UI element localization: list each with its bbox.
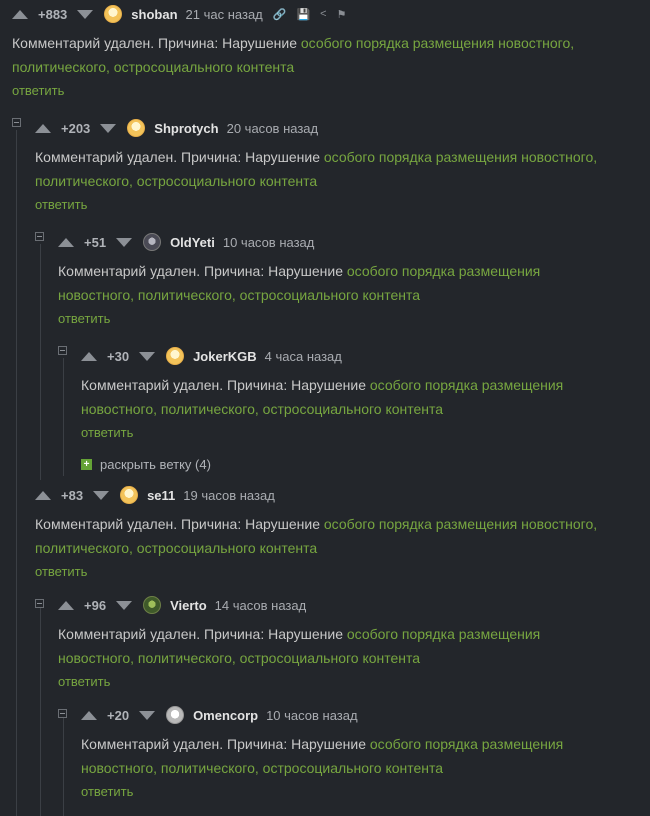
collapse-toggle[interactable] bbox=[35, 232, 44, 241]
comment-body: Комментарий удален. Причина: Нарушение о… bbox=[35, 512, 610, 560]
upvote-icon[interactable] bbox=[81, 710, 97, 720]
link-icon[interactable]: 🔗 bbox=[273, 8, 287, 21]
upvote-icon[interactable] bbox=[35, 490, 51, 500]
collapse-toggle[interactable] bbox=[58, 346, 67, 355]
comment-time[interactable]: 21 час назад bbox=[186, 7, 263, 22]
reply-link[interactable]: ответить bbox=[81, 425, 133, 440]
comment-time[interactable]: 10 часов назад bbox=[223, 235, 315, 250]
comment-header: +96 Vierto 14 часов назад bbox=[58, 593, 306, 617]
comment-time[interactable]: 10 часов назад bbox=[266, 708, 358, 723]
deleted-reason-text: Комментарий удален. Причина: Нарушение bbox=[81, 736, 370, 752]
deleted-reason-text: Комментарий удален. Причина: Нарушение bbox=[35, 516, 324, 532]
comment-time[interactable]: 19 часов назад bbox=[183, 488, 275, 503]
plus-icon: + bbox=[81, 459, 92, 470]
comment-rating: +20 bbox=[107, 707, 130, 723]
downvote-icon[interactable] bbox=[116, 600, 133, 610]
comment-body: Комментарий удален. Причина: Нарушение о… bbox=[81, 732, 641, 780]
deleted-reason-text: Комментарий удален. Причина: Нарушение bbox=[58, 263, 347, 279]
collapse-toggle[interactable] bbox=[35, 599, 44, 608]
comment-time[interactable]: 4 часа назад bbox=[265, 349, 342, 364]
deleted-reason-text: Комментарий удален. Причина: Нарушение bbox=[58, 626, 347, 642]
avatar[interactable] bbox=[143, 596, 162, 614]
upvote-icon[interactable] bbox=[12, 9, 28, 19]
comment-author[interactable]: JokerKGB bbox=[193, 349, 257, 364]
avatar[interactable] bbox=[127, 119, 146, 137]
share-icon[interactable]: < bbox=[320, 8, 326, 20]
comment-header: +203 Shprotych 20 часов назад bbox=[35, 116, 318, 140]
comment-rating: +203 bbox=[61, 120, 91, 136]
comment-rating: +883 bbox=[38, 6, 68, 22]
avatar[interactable] bbox=[143, 233, 162, 251]
reply-link[interactable]: ответить bbox=[81, 784, 133, 799]
upvote-icon[interactable] bbox=[58, 237, 74, 247]
downvote-icon[interactable] bbox=[77, 9, 94, 19]
comment-author[interactable]: se11 bbox=[147, 488, 175, 503]
flag-icon[interactable]: ⚑ bbox=[337, 8, 347, 21]
expand-branch-button[interactable]: + раскрыть ветку (4) bbox=[81, 457, 211, 472]
reply-link[interactable]: ответить bbox=[58, 311, 110, 326]
reply-link[interactable]: ответить bbox=[35, 564, 87, 579]
expand-branch-label: раскрыть ветку (4) bbox=[100, 457, 211, 472]
comment-time[interactable]: 20 часов назад bbox=[227, 121, 319, 136]
downvote-icon[interactable] bbox=[139, 351, 156, 361]
save-icon[interactable]: 💾 bbox=[296, 8, 310, 21]
collapse-toggle[interactable] bbox=[58, 709, 67, 718]
comment-author[interactable]: Shprotych bbox=[154, 121, 218, 136]
comment-header: +883 shoban 21 час назад 🔗 💾 < ⚑ bbox=[12, 2, 356, 26]
comment-header: +51 OldYeti 10 часов назад bbox=[58, 230, 314, 254]
thread-line bbox=[40, 244, 41, 480]
reply-link[interactable]: ответить bbox=[35, 197, 87, 212]
comment-rating: +51 bbox=[84, 234, 107, 250]
thread-line bbox=[16, 130, 17, 816]
deleted-reason-text: Комментарий удален. Причина: Нарушение bbox=[12, 35, 301, 51]
downvote-icon[interactable] bbox=[93, 490, 110, 500]
avatar[interactable] bbox=[166, 347, 185, 365]
downvote-icon[interactable] bbox=[100, 123, 117, 133]
comment-body: Комментарий удален. Причина: Нарушение о… bbox=[35, 145, 610, 193]
downvote-icon[interactable] bbox=[116, 237, 133, 247]
comment-body: Комментарий удален. Причина: Нарушение о… bbox=[12, 31, 612, 79]
downvote-icon[interactable] bbox=[139, 710, 156, 720]
avatar[interactable] bbox=[166, 706, 185, 724]
reply-link[interactable]: ответить bbox=[58, 674, 110, 689]
upvote-icon[interactable] bbox=[58, 600, 74, 610]
thread-line bbox=[63, 358, 64, 476]
comment-tools: 🔗 💾 < ⚑ bbox=[273, 8, 357, 21]
comment-rating: +83 bbox=[61, 487, 84, 503]
comment-rating: +30 bbox=[107, 348, 130, 364]
comment-author[interactable]: Omencorp bbox=[193, 708, 258, 723]
avatar[interactable] bbox=[104, 5, 123, 23]
collapse-toggle[interactable] bbox=[12, 118, 21, 127]
comment-author[interactable]: Vierto bbox=[170, 598, 207, 613]
comment-body: Комментарий удален. Причина: Нарушение о… bbox=[81, 373, 641, 421]
comment-header: +20 Omencorp 10 часов назад bbox=[81, 703, 358, 727]
upvote-icon[interactable] bbox=[81, 351, 97, 361]
comment-author[interactable]: shoban bbox=[131, 7, 177, 22]
comment-body: Комментарий удален. Причина: Нарушение о… bbox=[58, 259, 618, 307]
comment-header: +83 se11 19 часов назад bbox=[35, 483, 275, 507]
deleted-reason-text: Комментарий удален. Причина: Нарушение bbox=[81, 377, 370, 393]
comment-rating: +96 bbox=[84, 597, 107, 613]
comment-body: Комментарий удален. Причина: Нарушение о… bbox=[58, 622, 618, 670]
reply-link[interactable]: ответить bbox=[12, 83, 64, 98]
comment-header: +30 JokerKGB 4 часа назад bbox=[81, 344, 342, 368]
deleted-reason-text: Комментарий удален. Причина: Нарушение bbox=[35, 149, 324, 165]
comment-time[interactable]: 14 часов назад bbox=[215, 598, 307, 613]
avatar[interactable] bbox=[120, 486, 139, 504]
comment-author[interactable]: OldYeti bbox=[170, 235, 215, 250]
upvote-icon[interactable] bbox=[35, 123, 51, 133]
thread-line bbox=[63, 717, 64, 816]
thread-line bbox=[40, 607, 41, 816]
